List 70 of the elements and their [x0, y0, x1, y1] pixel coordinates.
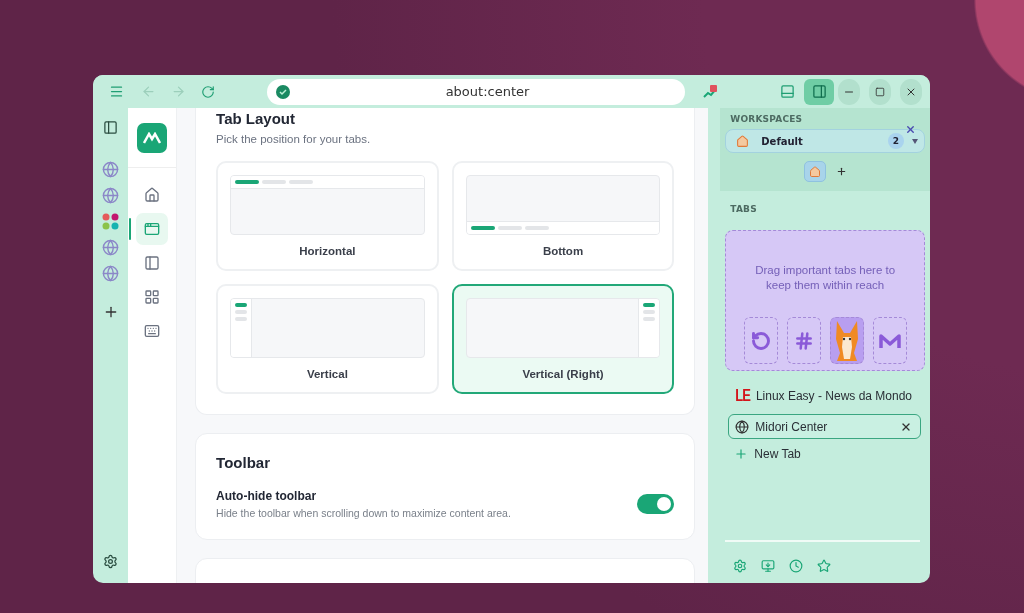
pinned-slot[interactable] [786, 317, 821, 364]
plus-icon [734, 447, 749, 461]
workspace-count: 2 [888, 133, 904, 149]
apps-icon [102, 213, 120, 230]
section-title: Toolbar [216, 454, 271, 471]
setting-label: Auto-hide toolbar [216, 489, 318, 503]
panel-bottom-icon [779, 84, 795, 99]
pinned-slot[interactable] [829, 317, 864, 364]
panel-right-icon [811, 84, 827, 99]
layout-option[interactable]: Horizontal [216, 161, 439, 271]
address-text: about:center [444, 84, 531, 99]
layout-option[interactable]: Vertical [216, 284, 439, 394]
m-letter-icon [878, 332, 901, 349]
layout-option[interactable]: Bottom [451, 161, 675, 271]
maximize-button[interactable] [869, 78, 891, 105]
pinned-hint: Drag important tabs here to keep them within reach [754, 263, 897, 293]
menu-icon [108, 84, 124, 99]
tab-title: Midori Center [755, 419, 829, 434]
reload-icon [201, 84, 215, 99]
sidebar-icon [103, 120, 119, 135]
option-label: Vertical (Right) [522, 368, 604, 380]
shield-icon [276, 84, 290, 99]
add-icon [835, 166, 847, 177]
section-subtitle: Pick the position for your tabs. [216, 133, 372, 145]
home-icon [144, 187, 161, 203]
extension-icon[interactable] [702, 83, 718, 100]
pinned-slot[interactable] [743, 317, 778, 364]
star-icon [817, 559, 832, 573]
circular-arrow-icon [750, 330, 771, 351]
window-icon [144, 221, 161, 237]
panel-icon [144, 255, 161, 271]
monitor-icon [761, 559, 776, 573]
app-logo [137, 123, 168, 153]
tab-item[interactable]: Midori Center [728, 414, 921, 439]
minimize-button[interactable] [838, 78, 860, 105]
option-label: Horizontal [299, 245, 356, 257]
pinned-slot[interactable] [872, 317, 907, 364]
close-button[interactable] [900, 78, 922, 105]
workspace-selector[interactable]: Default 2 [725, 129, 925, 153]
maximize-icon [875, 86, 885, 97]
tab-item[interactable]: LE Linux Easy - News da Mondo [728, 383, 921, 408]
workspaces-header: WORKSPACES [730, 114, 804, 124]
globe-icon [102, 187, 120, 204]
dropdown-icon [912, 138, 918, 144]
tab-title: Linux Easy - News da Mondo [755, 388, 912, 403]
globe-icon [102, 161, 120, 178]
address-bar[interactable]: about:center [267, 78, 685, 105]
site-favicon: LE [735, 386, 750, 405]
grid-icon [144, 289, 161, 305]
globe-icon [102, 265, 120, 282]
layout-option[interactable]: Vertical (Right) [451, 284, 675, 394]
section-title: Tab Layout [216, 110, 296, 127]
sidebar-toggle-button[interactable] [804, 78, 834, 105]
settings-icon [733, 559, 748, 573]
option-label: Vertical [306, 368, 348, 380]
new-tab-button[interactable]: New Tab [734, 447, 930, 461]
tabs-header: TABS [730, 204, 757, 214]
settings-icon [103, 554, 119, 569]
toggle-switch[interactable] [637, 494, 675, 514]
workspace-button[interactable] [803, 161, 826, 182]
house-icon [736, 134, 750, 148]
globe-icon [735, 419, 750, 434]
forward-arrow-icon [170, 84, 186, 99]
setting-description: Hide the toolbar when scrolling down to maximize content area. [216, 507, 511, 519]
hash-icon [793, 330, 814, 351]
keyboard-icon [144, 323, 161, 339]
clock-icon [789, 559, 804, 573]
globe-icon [102, 239, 120, 256]
option-label: Bottom [542, 245, 584, 257]
house-icon [808, 165, 821, 178]
